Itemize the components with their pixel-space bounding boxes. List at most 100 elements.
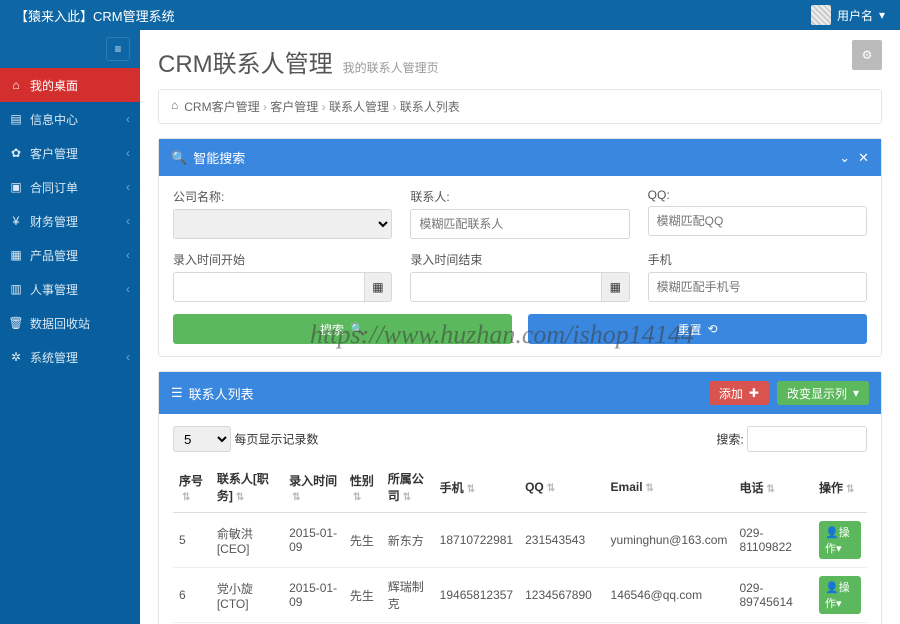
page-size-label: 每页显示记录数 bbox=[234, 433, 318, 447]
list-panel-title: 联系人列表 bbox=[189, 384, 254, 403]
collapse-icon[interactable]: ⌄ bbox=[839, 150, 850, 166]
qq-label: QQ: bbox=[648, 188, 867, 202]
app-title: 【猿来入此】CRM管理系统 bbox=[15, 6, 175, 25]
column-header[interactable]: Email⇅ bbox=[605, 462, 734, 513]
add-button[interactable]: 添加 ✚ bbox=[709, 381, 769, 405]
start-date-input[interactable] bbox=[173, 272, 365, 302]
page-title: CRM联系人管理 bbox=[158, 44, 333, 79]
sort-icon: ⇅ bbox=[292, 492, 300, 503]
company-label: 公司名称: bbox=[173, 188, 392, 205]
sidebar-item-label: 我的桌面 bbox=[30, 77, 78, 94]
row-action-button[interactable]: 👤操作▾ bbox=[819, 576, 861, 614]
sort-icon: ⇅ bbox=[353, 492, 361, 503]
menu-icon: ⌂ bbox=[10, 78, 22, 92]
chevron-left-icon: ‹ bbox=[126, 248, 130, 262]
sidebar-item-label: 财务管理 bbox=[30, 213, 78, 230]
table-cell: 1234567890 bbox=[519, 568, 604, 623]
close-icon[interactable]: ✕ bbox=[858, 150, 869, 166]
column-header[interactable]: 手机⇅ bbox=[434, 462, 519, 513]
table-cell: 新东方 bbox=[382, 513, 434, 568]
sidebar-item-4[interactable]: ¥ 财务管理 ‹ bbox=[0, 204, 140, 238]
sort-icon: ⇅ bbox=[766, 484, 774, 495]
sort-icon: ⇅ bbox=[547, 483, 555, 494]
avatar bbox=[811, 5, 831, 25]
sidebar-item-3[interactable]: ▣合同订单‹ bbox=[0, 170, 140, 204]
table-cell: 029-81109822 bbox=[733, 513, 813, 568]
sidebar-item-label: 数据回收站 bbox=[30, 315, 90, 332]
filter-label: 搜索: bbox=[716, 433, 743, 447]
table-cell: 146546@qq.com bbox=[605, 568, 734, 623]
contacts-table: 序号⇅联系人[职务]⇅录入时间⇅性别⇅所属公司⇅手机⇅QQ⇅Email⇅电话⇅操… bbox=[173, 462, 867, 624]
breadcrumb-item[interactable]: 联系人管理 bbox=[329, 100, 389, 114]
sidebar-item-label: 合同订单 bbox=[30, 179, 78, 196]
page-size-select[interactable]: 5 bbox=[173, 426, 231, 452]
company-select[interactable] bbox=[173, 209, 392, 239]
end-date-label: 录入时间结束 bbox=[410, 251, 629, 268]
sidebar-item-8[interactable]: ✲系统管理‹ bbox=[0, 340, 140, 374]
column-header[interactable]: 联系人[职务]⇅ bbox=[211, 462, 283, 513]
sidebar-item-2[interactable]: ✿客户管理‹ bbox=[0, 136, 140, 170]
search-icon: 🔍 bbox=[350, 322, 365, 336]
column-header[interactable]: QQ⇅ bbox=[519, 462, 604, 513]
sidebar-item-label: 信息中心 bbox=[30, 111, 78, 128]
table-cell: 6 bbox=[173, 568, 211, 623]
table-cell: 党小旋[CTO] bbox=[211, 568, 283, 623]
chevron-left-icon: ‹ bbox=[126, 214, 130, 228]
sidebar-item-7[interactable]: 🗑数据回收站 bbox=[0, 306, 140, 340]
column-header[interactable]: 电话⇅ bbox=[733, 462, 813, 513]
chevron-left-icon: ‹ bbox=[126, 350, 130, 364]
sort-icon: ⇅ bbox=[403, 492, 411, 503]
breadcrumb-item[interactable]: 联系人列表 bbox=[400, 100, 460, 114]
chevron-left-icon: ‹ bbox=[126, 180, 130, 194]
column-header[interactable]: 性别⇅ bbox=[344, 462, 382, 513]
breadcrumb-item[interactable]: CRM客户管理 bbox=[184, 100, 259, 114]
reset-button[interactable]: 重置 ⟲ bbox=[528, 314, 867, 344]
search-button[interactable]: 搜索 🔍 bbox=[173, 314, 512, 344]
chevron-down-icon: ▾ bbox=[879, 8, 885, 22]
contact-input[interactable] bbox=[410, 209, 629, 239]
row-action-button[interactable]: 👤操作▾ bbox=[819, 521, 861, 559]
sidebar-item-label: 系统管理 bbox=[30, 349, 78, 366]
breadcrumb-item[interactable]: 客户管理 bbox=[270, 100, 318, 114]
sidebar-item-5[interactable]: ▦ 产品管理 ‹ bbox=[0, 238, 140, 272]
search-icon: 🔍 bbox=[171, 150, 187, 166]
home-icon[interactable]: ⌂ bbox=[171, 98, 178, 115]
sidebar-item-label: 产品管理 bbox=[30, 247, 78, 264]
end-date-input[interactable] bbox=[410, 272, 602, 302]
table-row: 6党小旋[CTO]2015-01-09先生辉瑞制克194658123571234… bbox=[173, 568, 867, 623]
column-header[interactable]: 录入时间⇅ bbox=[283, 462, 344, 513]
menu-icon: ▤ bbox=[10, 112, 22, 126]
columns-button[interactable]: 改变显示列 ▾ bbox=[777, 381, 869, 405]
table-cell: yuminghun@163.com bbox=[605, 513, 734, 568]
plus-icon: ✚ bbox=[749, 386, 759, 400]
table-cell: 2015-01-09 bbox=[283, 568, 344, 623]
sidebar-item-label: 客户管理 bbox=[30, 145, 78, 162]
table-cell: 5 bbox=[173, 513, 211, 568]
menu-icon: ▦ bbox=[10, 248, 22, 262]
column-header[interactable]: 序号⇅ bbox=[173, 462, 211, 513]
sidebar-item-1[interactable]: ▤ 信息中心 ‹ bbox=[0, 102, 140, 136]
menu-icon: ¥ bbox=[10, 214, 22, 228]
calendar-icon[interactable]: ▦ bbox=[602, 272, 630, 302]
sidebar-item-6[interactable]: ▥ 人事管理 ‹ bbox=[0, 272, 140, 306]
phone-label: 手机 bbox=[648, 251, 867, 268]
phone-input[interactable] bbox=[648, 272, 867, 302]
gear-icon[interactable]: ⚙ bbox=[852, 40, 882, 70]
sidebar-item-label: 人事管理 bbox=[30, 281, 78, 298]
refresh-icon: ⟲ bbox=[707, 322, 717, 336]
sidebar-item-0[interactable]: ⌂ 我的桌面 bbox=[0, 68, 140, 102]
chevron-left-icon: ‹ bbox=[126, 282, 130, 296]
calendar-icon[interactable]: ▦ bbox=[365, 272, 393, 302]
column-header[interactable]: 操作⇅ bbox=[813, 462, 867, 513]
menu-icon: ▥ bbox=[10, 282, 22, 296]
table-cell: 19465812357 bbox=[434, 568, 519, 623]
username: 用户名 bbox=[837, 7, 873, 24]
chevron-left-icon: ‹ bbox=[126, 112, 130, 126]
sidebar-toggle[interactable]: ≡ bbox=[106, 37, 130, 61]
contact-label: 联系人: bbox=[410, 188, 629, 205]
column-header[interactable]: 所属公司⇅ bbox=[382, 462, 434, 513]
filter-input[interactable] bbox=[747, 426, 867, 452]
user-menu[interactable]: 用户名 ▾ bbox=[811, 5, 885, 25]
list-icon: ☰ bbox=[171, 385, 183, 401]
qq-input[interactable] bbox=[648, 206, 867, 236]
